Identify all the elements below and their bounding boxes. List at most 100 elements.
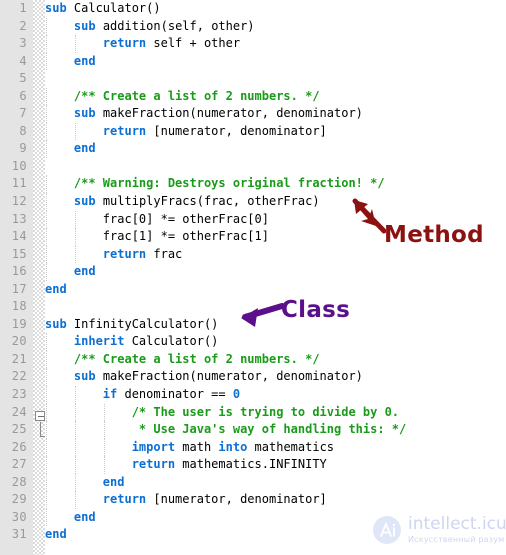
indent-guide [46, 333, 48, 351]
line-number: 29 [11, 492, 27, 507]
code-line-text: /* The user is trying to divide by 0. [45, 405, 399, 419]
line-number: 17 [11, 281, 27, 296]
code-token-kw: if [102, 387, 118, 402]
code-line[interactable]: return [numerator, denominator] [45, 122, 506, 141]
code-line-text: sub makeFraction(numerator, denominator) [45, 369, 363, 383]
indent-guide [46, 122, 48, 141]
code-line-text: end [45, 54, 96, 68]
indent-guide [46, 105, 48, 123]
code-line[interactable]: sub multiplyFracs(frac, otherFrac) [45, 193, 506, 211]
editor-gutter: 1 2 3 4 5 6 7 8 9 10 11 12 13 14 15 16 17 18 19 20 21 22 23 24 2… [0, 0, 33, 555]
code-token-id: frac [146, 246, 183, 261]
indent-guide [74, 456, 77, 474]
line-number: 12 [11, 194, 27, 209]
indent-guide [46, 35, 48, 53]
code-line[interactable]: /** Create a list of 2 numbers. */ [45, 350, 506, 369]
line-number: 26 [11, 439, 27, 454]
code-line-text: sub multiplyFracs(frac, otherFrac) [45, 194, 320, 208]
minus-glyph [38, 416, 44, 417]
code-text-area[interactable]: sub Calculator() sub addition(self, othe… [45, 0, 506, 555]
code-token-cm: /* The user is trying to divide by 0. [131, 404, 400, 419]
indent-guide [46, 386, 48, 404]
code-line-text: sub InfinityCalculator() [45, 317, 218, 331]
code-line-text: /** Warning: Destroys original fraction!… [45, 176, 385, 190]
indent-guide [74, 122, 77, 141]
line-number: 21 [11, 351, 27, 366]
indent-guide [46, 140, 48, 158]
indent-guide [46, 228, 48, 246]
code-line-text: return [numerator, denominator] [45, 492, 327, 506]
code-line[interactable]: end [45, 263, 506, 281]
code-line[interactable]: end [45, 140, 506, 158]
code-token-id: self + other [146, 36, 241, 51]
ai-logo-icon [373, 516, 401, 544]
code-token-kw: end [73, 53, 96, 68]
line-number: 2 [19, 18, 27, 33]
code-line[interactable]: return self + other [45, 35, 506, 53]
code-fold-strip[interactable] [33, 0, 45, 555]
code-token-kw: return [102, 246, 147, 261]
line-number: 22 [11, 369, 27, 384]
line-number: 16 [11, 264, 27, 279]
indent-guide [46, 491, 48, 509]
code-token-id: [numerator, denominator] [146, 492, 327, 507]
code-token-kw: return [102, 123, 147, 138]
code-line-text: return frac [45, 247, 182, 261]
code-line[interactable]: end [45, 281, 506, 299]
code-line[interactable]: sub makeFraction(numerator, denominator) [45, 368, 506, 387]
code-line[interactable]: import math into mathematics [45, 438, 506, 457]
indent-guide [74, 35, 77, 53]
line-number: 8 [19, 123, 27, 138]
code-line[interactable] [45, 158, 506, 176]
code-line-text: end [45, 141, 96, 155]
line-number: 14 [11, 229, 27, 244]
line-number: 27 [11, 457, 27, 472]
code-line[interactable]: sub addition(self, other) [45, 17, 506, 36]
code-token-id: frac[1] *= otherFrac[1] [102, 229, 269, 244]
code-line-text: frac[0] *= otherFrac[0] [45, 212, 269, 226]
indent-guide [74, 421, 77, 439]
code-line[interactable]: sub makeFraction(numerator, denominator) [45, 105, 506, 123]
line-number: 18 [11, 299, 27, 314]
line-number-column: 1 2 3 4 5 6 7 8 9 10 11 12 13 14 15 16 17 18 19 20 21 22 23 24 2… [0, 0, 33, 544]
code-line[interactable]: /** Create a list of 2 numbers. */ [45, 87, 506, 106]
code-token-kw: return [131, 457, 176, 472]
indent-guide [74, 491, 77, 509]
code-line[interactable]: return [numerator, denominator] [45, 491, 506, 509]
code-token-kw: sub [45, 1, 67, 15]
fold-minus-icon[interactable] [35, 411, 45, 421]
code-token-id: mathematics.INFINITY [175, 457, 327, 472]
code-line[interactable]: end [45, 473, 506, 492]
code-line[interactable]: return frac [45, 245, 506, 264]
indent-guide [74, 473, 77, 492]
code-token-cm: /** Warning: Destroys original fraction!… [73, 176, 385, 191]
indent-guide [46, 175, 48, 194]
indent-guide [46, 52, 48, 71]
code-line[interactable]: /** Warning: Destroys original fraction!… [45, 175, 506, 194]
code-line-text: /** Create a list of 2 numbers. */ [45, 352, 320, 366]
code-line[interactable]: end [45, 52, 506, 71]
line-number: 5 [19, 71, 27, 86]
code-token-kw: return [102, 492, 147, 507]
indent-guide [46, 87, 48, 106]
code-line[interactable] [45, 70, 506, 88]
code-token-kw: end [73, 509, 96, 524]
code-line[interactable]: sub Calculator() [45, 0, 506, 18]
code-line[interactable]: /* The user is trying to divide by 0. [45, 403, 506, 422]
line-number: 13 [11, 211, 27, 226]
code-line-text: frac[1] *= otherFrac[1] [45, 229, 269, 243]
indent-guide [46, 17, 48, 36]
code-line[interactable]: * Use Java's way of handling this: */ [45, 421, 506, 439]
code-token-kw: end [102, 474, 125, 489]
annotation-class-label: Class [281, 297, 351, 323]
code-line[interactable]: inherit Calculator() [45, 333, 506, 351]
code-line-text: end [45, 474, 125, 489]
indent-guide [46, 210, 48, 229]
indent-guide [74, 228, 77, 246]
annotation-method-label: Method [384, 222, 484, 248]
code-line-text: end [45, 264, 96, 278]
line-number: 3 [19, 36, 27, 51]
code-line[interactable]: if denominator == 0 [45, 386, 506, 404]
code-line[interactable]: return mathematics.INFINITY [45, 456, 506, 474]
code-line-text: * Use Java's way of handling this: */ [45, 422, 406, 436]
